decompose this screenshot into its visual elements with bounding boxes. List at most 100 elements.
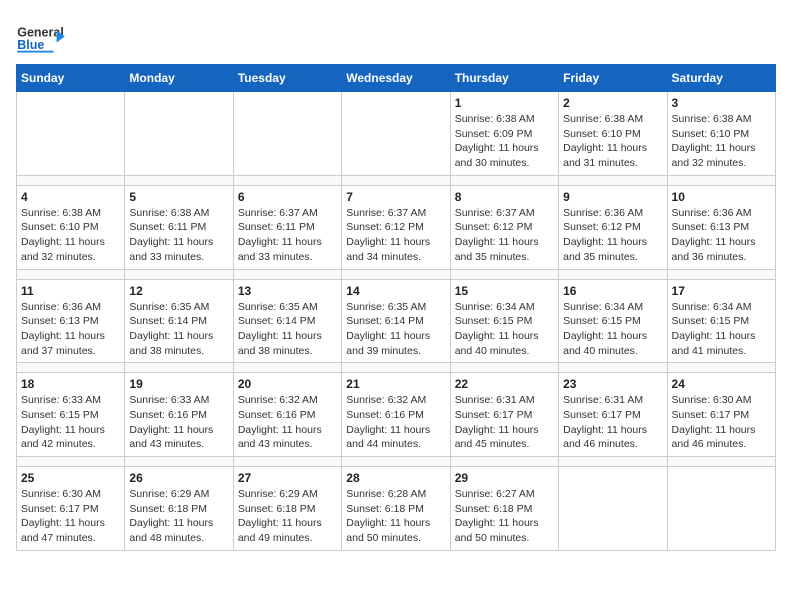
day-number: 28 xyxy=(346,471,445,485)
calendar-cell xyxy=(233,92,341,176)
calendar-cell: 23Sunrise: 6:31 AM Sunset: 6:17 PM Dayli… xyxy=(559,373,667,457)
day-info: Sunrise: 6:33 AM Sunset: 6:16 PM Dayligh… xyxy=(129,393,228,452)
day-info: Sunrise: 6:35 AM Sunset: 6:14 PM Dayligh… xyxy=(238,300,337,359)
day-number: 13 xyxy=(238,284,337,298)
separator-cell xyxy=(233,175,341,185)
calendar-cell: 4 Sunrise: 6:38 AM Sunset: 6:10 PM Daylig… xyxy=(17,185,125,269)
separator-cell xyxy=(450,457,558,467)
calendar-cell: 17Sunrise: 6:34 AM Sunset: 6:15 PM Dayli… xyxy=(667,279,775,363)
calendar-week-1: 1 Sunrise: 6:38 AM Sunset: 6:09 PM Daylig… xyxy=(17,92,776,176)
separator-cell xyxy=(342,269,450,279)
week-separator xyxy=(17,457,776,467)
calendar-cell: 3 Sunrise: 6:38 AM Sunset: 6:10 PM Daylig… xyxy=(667,92,775,176)
day-number: 20 xyxy=(238,377,337,391)
calendar-header-tuesday: Tuesday xyxy=(233,65,341,92)
calendar-cell: 10Sunrise: 6:36 AM Sunset: 6:13 PM Dayli… xyxy=(667,185,775,269)
day-info: Sunrise: 6:38 AM Sunset: 6:10 PM Dayligh… xyxy=(21,206,120,265)
separator-cell xyxy=(17,363,125,373)
logo-svg: General Blue xyxy=(16,16,66,56)
calendar-cell: 8Sunrise: 6:37 AM Sunset: 6:12 PM Daylig… xyxy=(450,185,558,269)
day-number: 5 xyxy=(129,190,228,204)
day-info: Sunrise: 6:32 AM Sunset: 6:16 PM Dayligh… xyxy=(346,393,445,452)
day-number: 27 xyxy=(238,471,337,485)
calendar-cell: 11 Sunrise: 6:36 AM Sunset: 6:13 PM Dayli… xyxy=(17,279,125,363)
day-info: Sunrise: 6:29 AM Sunset: 6:18 PM Dayligh… xyxy=(129,487,228,546)
day-info: Sunrise: 6:38 AM Sunset: 6:10 PM Dayligh… xyxy=(672,112,771,171)
calendar-cell: 27 Sunrise: 6:29 AM Sunset: 6:18 PM Dayli… xyxy=(233,467,341,551)
calendar-cell: 19Sunrise: 6:33 AM Sunset: 6:16 PM Dayli… xyxy=(125,373,233,457)
calendar-cell: 18 Sunrise: 6:33 AM Sunset: 6:15 PM Dayli… xyxy=(17,373,125,457)
calendar-cell: 15Sunrise: 6:34 AM Sunset: 6:15 PM Dayli… xyxy=(450,279,558,363)
calendar-header-saturday: Saturday xyxy=(667,65,775,92)
separator-cell xyxy=(450,269,558,279)
calendar-cell xyxy=(125,92,233,176)
calendar-header-sunday: Sunday xyxy=(17,65,125,92)
logo: General Blue xyxy=(16,16,66,56)
day-number: 6 xyxy=(238,190,337,204)
calendar-cell: 22Sunrise: 6:31 AM Sunset: 6:17 PM Dayli… xyxy=(450,373,558,457)
day-info: Sunrise: 6:28 AM Sunset: 6:18 PM Dayligh… xyxy=(346,487,445,546)
calendar-cell xyxy=(559,467,667,551)
day-number: 4 xyxy=(21,190,120,204)
day-number: 1 xyxy=(455,96,554,110)
separator-cell xyxy=(559,175,667,185)
calendar-cell: 16Sunrise: 6:34 AM Sunset: 6:15 PM Dayli… xyxy=(559,279,667,363)
day-info: Sunrise: 6:36 AM Sunset: 6:12 PM Dayligh… xyxy=(563,206,662,265)
day-number: 2 xyxy=(563,96,662,110)
day-info: Sunrise: 6:38 AM Sunset: 6:09 PM Dayligh… xyxy=(455,112,554,171)
day-info: Sunrise: 6:33 AM Sunset: 6:15 PM Dayligh… xyxy=(21,393,120,452)
day-number: 23 xyxy=(563,377,662,391)
calendar-header-wednesday: Wednesday xyxy=(342,65,450,92)
calendar-cell: 1 Sunrise: 6:38 AM Sunset: 6:09 PM Daylig… xyxy=(450,92,558,176)
calendar-cell: 13 Sunrise: 6:35 AM Sunset: 6:14 PM Dayli… xyxy=(233,279,341,363)
day-number: 3 xyxy=(672,96,771,110)
calendar-table: SundayMondayTuesdayWednesdayThursdayFrid… xyxy=(16,64,776,551)
day-info: Sunrise: 6:37 AM Sunset: 6:11 PM Dayligh… xyxy=(238,206,337,265)
separator-cell xyxy=(559,457,667,467)
day-info: Sunrise: 6:34 AM Sunset: 6:15 PM Dayligh… xyxy=(455,300,554,359)
day-info: Sunrise: 6:29 AM Sunset: 6:18 PM Dayligh… xyxy=(238,487,337,546)
day-info: Sunrise: 6:36 AM Sunset: 6:13 PM Dayligh… xyxy=(672,206,771,265)
calendar-cell: 21 Sunrise: 6:32 AM Sunset: 6:16 PM Dayli… xyxy=(342,373,450,457)
calendar-cell: 9 Sunrise: 6:36 AM Sunset: 6:12 PM Daylig… xyxy=(559,185,667,269)
day-number: 18 xyxy=(21,377,120,391)
separator-cell xyxy=(342,363,450,373)
day-number: 16 xyxy=(563,284,662,298)
day-info: Sunrise: 6:27 AM Sunset: 6:18 PM Dayligh… xyxy=(455,487,554,546)
separator-cell xyxy=(559,363,667,373)
separator-cell xyxy=(667,457,775,467)
day-info: Sunrise: 6:31 AM Sunset: 6:17 PM Dayligh… xyxy=(455,393,554,452)
day-number: 14 xyxy=(346,284,445,298)
calendar-header-monday: Monday xyxy=(125,65,233,92)
calendar-cell: 24Sunrise: 6:30 AM Sunset: 6:17 PM Dayli… xyxy=(667,373,775,457)
day-info: Sunrise: 6:36 AM Sunset: 6:13 PM Dayligh… xyxy=(21,300,120,359)
day-number: 21 xyxy=(346,377,445,391)
calendar-cell: 14Sunrise: 6:35 AM Sunset: 6:14 PM Dayli… xyxy=(342,279,450,363)
calendar-week-5: 25Sunrise: 6:30 AM Sunset: 6:17 PM Dayli… xyxy=(17,467,776,551)
calendar-header-thursday: Thursday xyxy=(450,65,558,92)
day-number: 9 xyxy=(563,190,662,204)
calendar-cell xyxy=(667,467,775,551)
day-number: 26 xyxy=(129,471,228,485)
separator-cell xyxy=(233,363,341,373)
week-separator xyxy=(17,175,776,185)
day-info: Sunrise: 6:35 AM Sunset: 6:14 PM Dayligh… xyxy=(129,300,228,359)
separator-cell xyxy=(233,457,341,467)
separator-cell xyxy=(125,457,233,467)
calendar-cell: 12Sunrise: 6:35 AM Sunset: 6:14 PM Dayli… xyxy=(125,279,233,363)
day-info: Sunrise: 6:38 AM Sunset: 6:10 PM Dayligh… xyxy=(563,112,662,171)
week-separator xyxy=(17,269,776,279)
day-number: 7 xyxy=(346,190,445,204)
separator-cell xyxy=(342,457,450,467)
calendar-cell: 28 Sunrise: 6:28 AM Sunset: 6:18 PM Dayli… xyxy=(342,467,450,551)
calendar-cell: 29Sunrise: 6:27 AM Sunset: 6:18 PM Dayli… xyxy=(450,467,558,551)
day-info: Sunrise: 6:38 AM Sunset: 6:11 PM Dayligh… xyxy=(129,206,228,265)
separator-cell xyxy=(125,175,233,185)
separator-cell xyxy=(17,457,125,467)
separator-cell xyxy=(125,363,233,373)
week-separator xyxy=(17,363,776,373)
separator-cell xyxy=(667,363,775,373)
day-number: 11 xyxy=(21,284,120,298)
separator-cell xyxy=(125,269,233,279)
calendar-cell xyxy=(17,92,125,176)
